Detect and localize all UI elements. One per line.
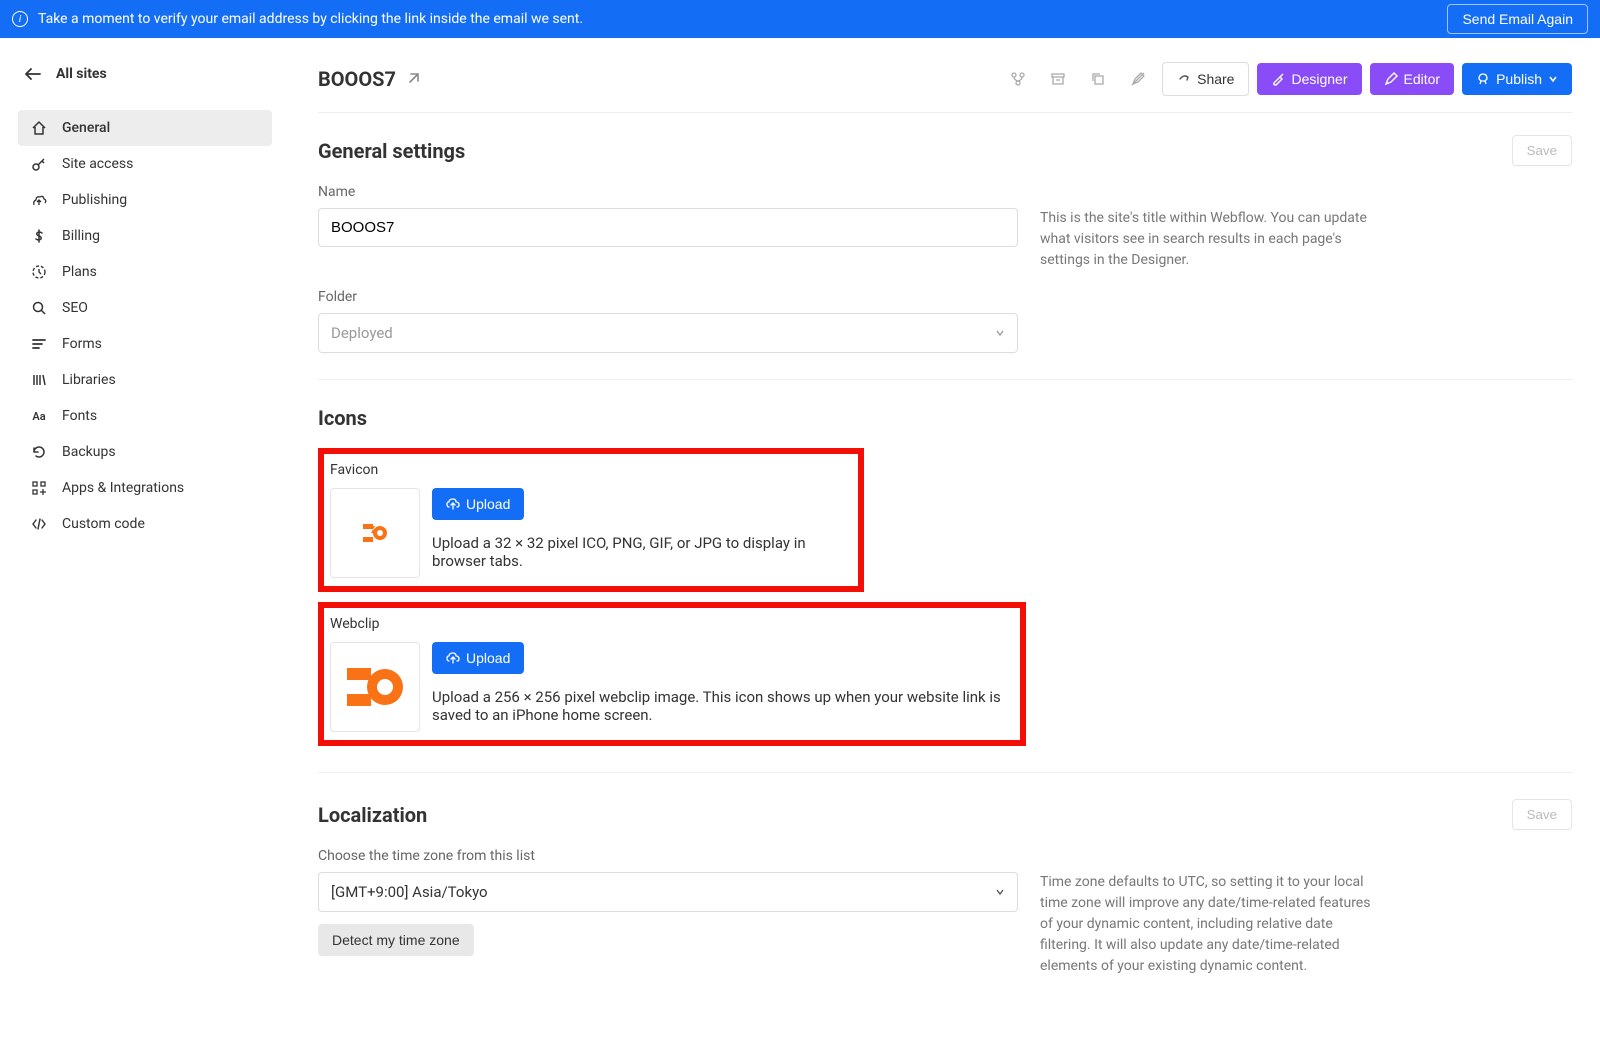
back-label: All sites — [56, 66, 107, 82]
folder-label: Folder — [318, 289, 1572, 305]
archive-icon[interactable] — [1042, 63, 1074, 95]
fonts-icon: Aa — [30, 410, 48, 423]
sidebar-item-backups[interactable]: Backups — [18, 434, 272, 470]
section-title-general: General settings — [318, 139, 465, 163]
sidebar-item-apps[interactable]: Apps & Integrations — [18, 470, 272, 506]
webclip-upload-button[interactable]: Upload — [432, 642, 524, 674]
forms-icon — [30, 336, 48, 352]
publish-icon — [30, 192, 48, 208]
banner-text: Take a moment to verify your email addre… — [38, 11, 583, 27]
sidebar-item-seo[interactable]: SEO — [18, 290, 272, 326]
pencil-icon — [1384, 72, 1398, 86]
favicon-highlight: Favicon Upload Upload a 32 × 32 pixel IC… — [318, 448, 864, 592]
chevron-down-icon — [995, 328, 1005, 338]
sidebar-item-billing[interactable]: Billing — [18, 218, 272, 254]
share-button[interactable]: Share — [1162, 62, 1249, 96]
publish-button[interactable]: Publish — [1462, 63, 1572, 95]
timezone-help-text: Time zone defaults to UTC, so setting it… — [1040, 872, 1380, 977]
brush-icon — [1271, 72, 1285, 86]
sidebar-item-custom-code[interactable]: Custom code — [18, 506, 272, 542]
code-icon — [30, 516, 48, 532]
page-title: BOOOS7 — [318, 67, 396, 91]
arrow-left-icon — [24, 68, 42, 80]
pen-off-icon[interactable] — [1122, 63, 1154, 95]
sidebar-item-fonts[interactable]: Aa Fonts — [18, 398, 272, 434]
backup-icon — [30, 444, 48, 460]
verify-email-banner: i Take a moment to verify your email add… — [0, 0, 1600, 38]
chevron-down-icon — [995, 887, 1005, 897]
plans-icon — [30, 264, 48, 280]
sidebar: All sites General Site access Publishing… — [0, 38, 290, 1019]
sidebar-item-forms[interactable]: Forms — [18, 326, 272, 362]
sidebar-item-publishing[interactable]: Publishing — [18, 182, 272, 218]
sidebar-item-general[interactable]: General — [18, 110, 272, 146]
rocket-icon — [1476, 72, 1490, 86]
home-icon — [30, 120, 48, 136]
sidebar-item-plans[interactable]: Plans — [18, 254, 272, 290]
section-title-icons: Icons — [318, 406, 1572, 430]
webclip-highlight: Webclip Upload Upload a 256 × 256 pixel … — [318, 602, 1026, 746]
chevron-down-icon — [1548, 74, 1558, 84]
favicon-label: Favicon — [330, 462, 852, 478]
detect-timezone-button[interactable]: Detect my time zone — [318, 924, 474, 956]
main-content: BOOOS7 Share Designer — [290, 38, 1600, 1019]
send-email-again-button[interactable]: Send Email Again — [1447, 4, 1588, 34]
timezone-select[interactable]: [GMT+9:00] Asia/Tokyo — [318, 872, 1018, 912]
key-icon — [30, 156, 48, 172]
libraries-icon — [30, 372, 48, 388]
info-icon: i — [12, 11, 28, 27]
search-icon — [30, 300, 48, 316]
save-general-button[interactable]: Save — [1512, 135, 1572, 166]
upload-icon — [446, 651, 460, 665]
name-help-text: This is the site's title within Webflow.… — [1040, 208, 1380, 271]
sidebar-item-site-access[interactable]: Site access — [18, 146, 272, 182]
folder-select[interactable]: Deployed — [318, 313, 1018, 353]
upload-icon — [446, 497, 460, 511]
favicon-upload-button[interactable]: Upload — [432, 488, 524, 520]
favicon-preview — [330, 488, 420, 578]
webclip-label: Webclip — [330, 616, 1014, 632]
dollar-icon — [30, 228, 48, 244]
external-link-icon[interactable] — [406, 72, 420, 86]
copy-icon[interactable] — [1082, 63, 1114, 95]
name-label: Name — [318, 184, 1572, 200]
timezone-label: Choose the time zone from this list — [318, 848, 1572, 864]
save-localization-button[interactable]: Save — [1512, 799, 1572, 830]
favicon-desc: Upload a 32 × 32 pixel ICO, PNG, GIF, or… — [432, 534, 852, 570]
webclip-desc: Upload a 256 × 256 pixel webclip image. … — [432, 688, 1014, 724]
back-all-sites[interactable]: All sites — [18, 62, 272, 86]
editor-button[interactable]: Editor — [1370, 63, 1455, 95]
section-title-localization: Localization — [318, 803, 427, 827]
apps-icon — [30, 480, 48, 496]
share-icon — [1177, 72, 1191, 86]
branch-icon[interactable] — [1002, 63, 1034, 95]
site-name-input[interactable] — [318, 208, 1018, 247]
designer-button[interactable]: Designer — [1257, 63, 1361, 95]
page-header: BOOOS7 Share Designer — [318, 62, 1572, 113]
webclip-preview — [330, 642, 420, 732]
sidebar-item-libraries[interactable]: Libraries — [18, 362, 272, 398]
